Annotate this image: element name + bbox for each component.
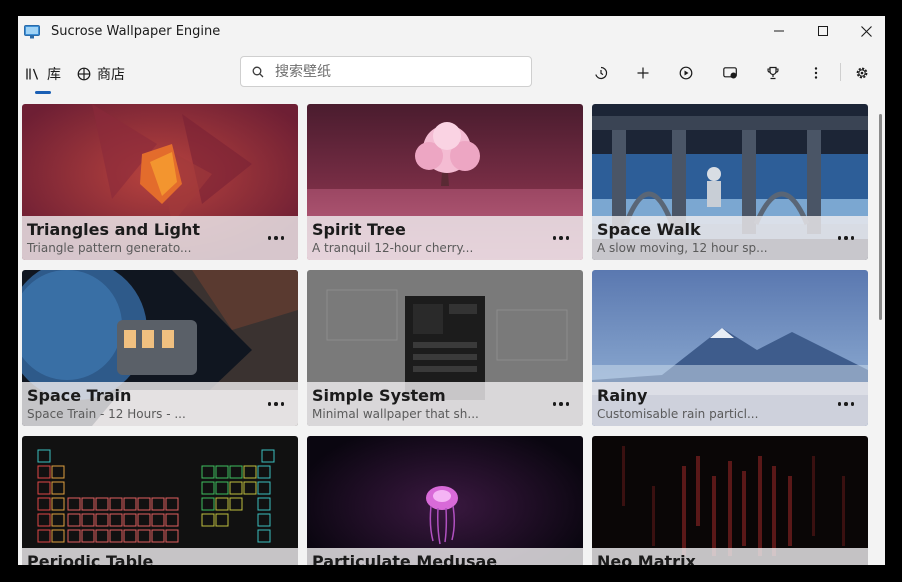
wallpaper-card[interactable]: Space Walk A slow moving, 12 hour sp...	[592, 104, 868, 260]
history-icon	[595, 66, 608, 80]
search-input[interactable]	[275, 60, 525, 83]
wallpaper-thumbnail	[592, 436, 868, 565]
wallpaper-description: A tranquil 12-hour cherry...	[312, 241, 474, 255]
more-options-button[interactable]	[802, 60, 830, 86]
history-button[interactable]	[587, 60, 615, 86]
wallpaper-title: Rainy	[597, 386, 648, 405]
wallpaper-card[interactable]: Triangles and Light Triangle pattern gen…	[22, 104, 298, 260]
wallpaper-info: Space Train Space Train - 12 Hours - ...	[22, 382, 298, 426]
maximize-icon	[818, 26, 828, 36]
add-icon	[637, 67, 649, 79]
close-icon	[860, 25, 872, 37]
wallpaper-info: Simple System Minimal wallpaper that sh.…	[307, 382, 583, 426]
wallpaper-title: Simple System	[312, 386, 446, 405]
wallpaper-info: Particulate Medusae	[307, 548, 583, 565]
wallpaper-card[interactable]: Neo Matrix	[592, 436, 868, 565]
wallpaper-title: Particulate Medusae	[312, 552, 498, 565]
wallpaper-title: Space Walk	[597, 220, 701, 239]
settings-icon	[856, 67, 868, 79]
app-logo-icon	[24, 25, 40, 39]
wallpaper-info: Periodic Table	[22, 548, 298, 565]
wallpaper-info: Space Walk A slow moving, 12 hour sp...	[592, 216, 868, 260]
trophy-button[interactable]	[759, 60, 787, 86]
play-icon	[679, 66, 693, 80]
display-icon	[722, 66, 737, 78]
wallpaper-info: Rainy Customisable rain particl...	[592, 382, 868, 426]
app-title: Sucrose Wallpaper Engine	[51, 24, 221, 39]
more-vertical-icon	[814, 67, 818, 79]
vertical-scrollbar[interactable]	[879, 114, 882, 320]
minimize-icon	[774, 30, 784, 32]
title-bar: Sucrose Wallpaper Engine	[18, 16, 885, 48]
wallpaper-title: Periodic Table	[27, 552, 154, 565]
library-icon	[26, 68, 39, 80]
wallpaper-card[interactable]: Rainy Customisable rain particl...	[592, 270, 868, 426]
toolbar-divider	[840, 63, 841, 81]
play-button[interactable]	[672, 60, 700, 86]
wallpaper-more-button[interactable]	[834, 396, 858, 412]
wallpaper-more-button[interactable]	[834, 230, 858, 246]
wallpaper-more-button[interactable]	[264, 230, 288, 246]
wallpaper-title: Triangles and Light	[27, 220, 200, 239]
wallpaper-info: Spirit Tree A tranquil 12-hour cherry...	[307, 216, 583, 260]
search-icon	[252, 66, 264, 78]
nav-library-label: 库	[47, 67, 61, 83]
wallpaper-description: Customisable rain particl...	[597, 407, 759, 421]
nav-selection-indicator	[35, 91, 51, 94]
display-button[interactable]	[716, 60, 744, 86]
wallpaper-title: Space Train	[27, 386, 132, 405]
add-button[interactable]	[629, 60, 657, 86]
wallpaper-card[interactable]: Simple System Minimal wallpaper that sh.…	[307, 270, 583, 426]
trophy-icon	[767, 66, 779, 80]
store-icon	[77, 67, 91, 81]
app-window: Sucrose Wallpaper Engine 库 商店 搜索壁纸 Trian…	[18, 16, 885, 565]
wallpaper-description: A slow moving, 12 hour sp...	[597, 241, 768, 255]
wallpaper-more-button[interactable]	[264, 396, 288, 412]
wallpaper-title: Spirit Tree	[312, 220, 406, 239]
maximize-button[interactable]	[801, 16, 845, 46]
search-box[interactable]	[240, 56, 532, 87]
wallpaper-thumbnail	[22, 436, 298, 565]
wallpaper-more-button[interactable]	[549, 230, 573, 246]
wallpaper-card[interactable]: Periodic Table	[22, 436, 298, 565]
wallpaper-info: Neo Matrix	[592, 548, 868, 565]
close-button[interactable]	[844, 16, 885, 46]
wallpaper-description: Minimal wallpaper that sh...	[312, 407, 479, 421]
settings-button[interactable]	[848, 60, 876, 86]
wallpaper-description: Triangle pattern generato...	[27, 241, 192, 255]
wallpaper-card[interactable]: Spirit Tree A tranquil 12-hour cherry...	[307, 104, 583, 260]
nav-store-label: 商店	[97, 67, 125, 83]
nav-library[interactable]: 库	[25, 64, 61, 84]
wallpaper-card[interactable]: Particulate Medusae	[307, 436, 583, 565]
wallpaper-description: Space Train - 12 Hours - ...	[27, 407, 186, 421]
minimize-button[interactable]	[757, 16, 801, 46]
wallpaper-info: Triangles and Light Triangle pattern gen…	[22, 216, 298, 260]
wallpaper-more-button[interactable]	[549, 396, 573, 412]
wallpaper-title: Neo Matrix	[597, 552, 696, 565]
nav-store[interactable]: 商店	[77, 64, 125, 84]
wallpaper-card[interactable]: Space Train Space Train - 12 Hours - ...	[22, 270, 298, 426]
wallpaper-thumbnail	[307, 436, 583, 565]
